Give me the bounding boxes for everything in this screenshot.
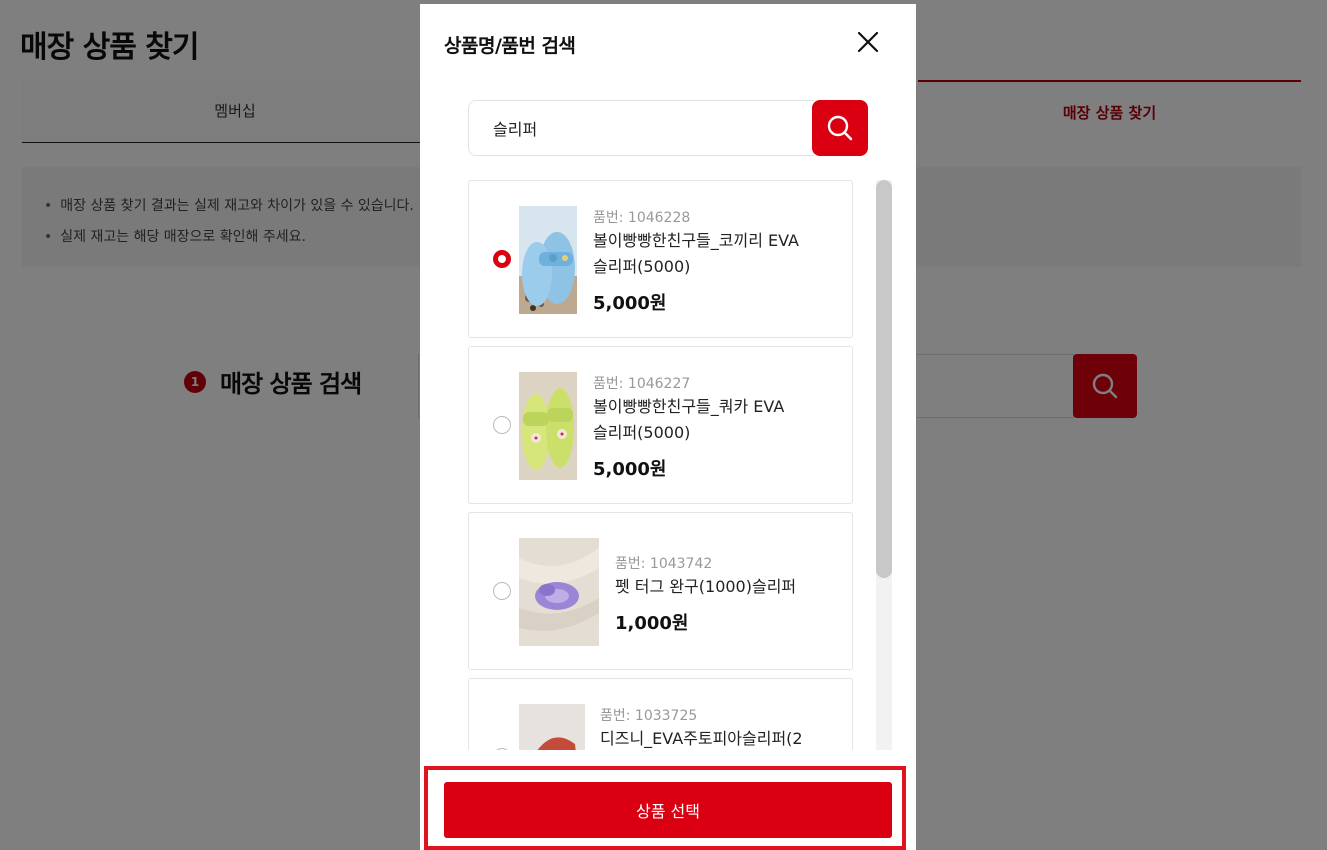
item-number: 품번: 1033725 <box>600 708 698 724</box>
item-name-line1: 펫 터그 완구(1000)슬리퍼 <box>615 577 797 596</box>
item-name-line1: 볼이빵빵한친구들_쿼카 EVA <box>593 397 785 416</box>
product-thumbnail <box>519 206 577 314</box>
radio-unselected-icon[interactable] <box>493 582 511 600</box>
search-results-list: 품번: 1046228 볼이빵빵한친구들_코끼리 EVA 슬리퍼(5000) 5… <box>468 180 854 750</box>
item-name-line2: 슬리퍼(5000) <box>593 257 691 276</box>
item-number: 품번: 1046227 <box>593 376 691 392</box>
product-search-button[interactable] <box>812 100 868 156</box>
close-icon <box>857 31 879 53</box>
item-price: 5,000원 <box>593 293 667 314</box>
item-name-line2: 슬리퍼(5000) <box>593 423 691 442</box>
modal-title: 상품명/품번 검색 <box>444 35 576 57</box>
select-product-button[interactable]: 상품 선택 <box>444 782 892 838</box>
product-search-modal: 상품명/품번 검색 슬리퍼 품번: 1046228 볼이빵빵한친구들_코끼리 E… <box>420 4 916 850</box>
item-name-line1: 볼이빵빵한친구들_코끼리 EVA <box>593 231 799 250</box>
item-number: 품번: 1043742 <box>615 556 713 572</box>
radio-unselected-icon[interactable] <box>493 416 511 434</box>
item-name-line1: 디즈니_EVA주토피아슬리퍼(2 <box>600 729 803 748</box>
product-search-input[interactable] <box>468 100 814 156</box>
modal-search-bar <box>468 100 868 156</box>
result-item[interactable]: 품번: 1046227 볼이빵빵한친구들_쿼카 EVA 슬리퍼(5000) 5,… <box>468 346 853 504</box>
product-thumbnail <box>519 704 585 750</box>
radio-unselected-icon[interactable] <box>493 748 511 750</box>
result-item[interactable]: 품번: 1033725 디즈니_EVA주토피아슬리퍼(2 <box>468 678 853 750</box>
search-icon <box>827 115 853 141</box>
item-number: 품번: 1046228 <box>593 210 691 226</box>
radio-selected-icon[interactable] <box>493 250 511 268</box>
item-price: 5,000원 <box>593 459 667 480</box>
product-thumbnail <box>519 372 577 480</box>
result-item[interactable]: 품번: 1043742 펫 터그 완구(1000)슬리퍼 1,000원 <box>468 512 853 670</box>
results-scrollbar-thumb[interactable] <box>876 180 892 578</box>
item-price: 1,000원 <box>615 613 689 634</box>
result-item[interactable]: 품번: 1046228 볼이빵빵한친구들_코끼리 EVA 슬리퍼(5000) 5… <box>468 180 853 338</box>
product-thumbnail <box>519 538 599 646</box>
close-button[interactable] <box>850 24 886 60</box>
